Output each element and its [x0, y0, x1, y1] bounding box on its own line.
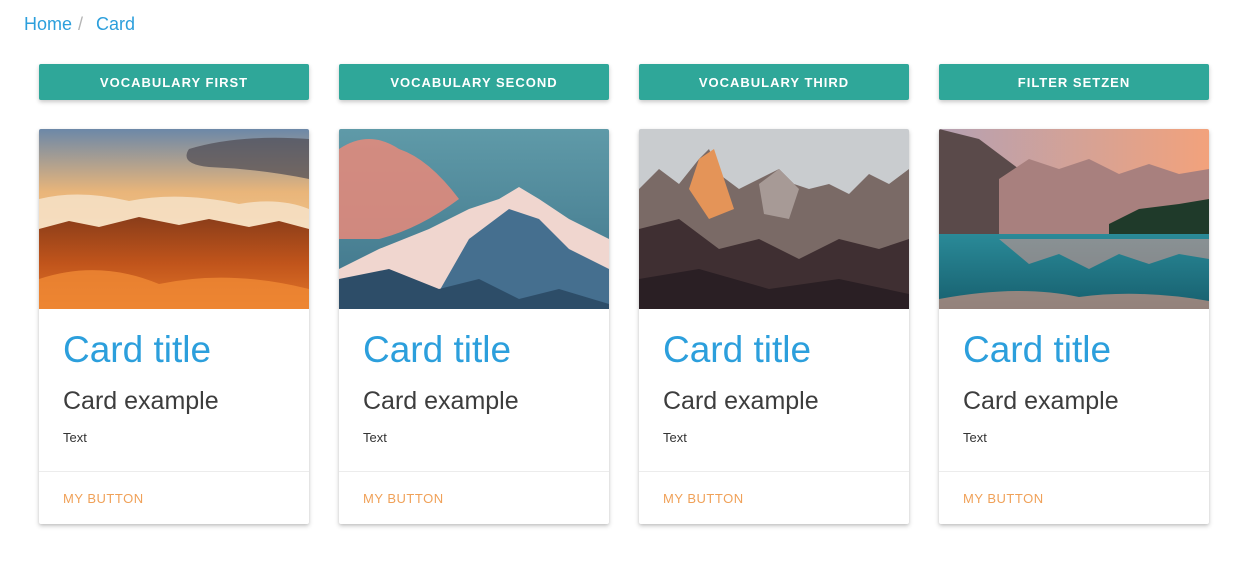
card-text: Text: [63, 430, 87, 445]
card-footer: MY BUTTON: [39, 472, 309, 524]
card-my-button[interactable]: MY BUTTON: [63, 491, 144, 506]
card-column: VOCABULARY THIRD Card title Card example…: [639, 64, 909, 524]
card-image: [639, 129, 909, 309]
card-title: Card title: [363, 329, 512, 370]
breadcrumb: Home / Card: [24, 12, 135, 36]
card-column: VOCABULARY SECOND Card title Card exampl…: [339, 64, 609, 524]
card-text: Text: [963, 430, 987, 445]
card-subtitle: Card example: [663, 387, 819, 415]
card-body: Card title Card example Text: [939, 309, 1209, 471]
card-my-button[interactable]: MY BUTTON: [663, 491, 744, 506]
breadcrumb-home-link[interactable]: Home: [24, 14, 72, 35]
card: Card title Card example Text MY BUTTON: [939, 129, 1209, 524]
card: Card title Card example Text MY BUTTON: [639, 129, 909, 524]
card: Card title Card example Text MY BUTTON: [339, 129, 609, 524]
card-my-button[interactable]: MY BUTTON: [963, 491, 1044, 506]
breadcrumb-separator: /: [78, 13, 84, 34]
card-text: Text: [663, 430, 687, 445]
card-text: Text: [363, 430, 387, 445]
card-footer: MY BUTTON: [339, 472, 609, 524]
card-body: Card title Card example Text: [339, 309, 609, 471]
card-title: Card title: [663, 329, 812, 370]
card-footer: MY BUTTON: [939, 472, 1209, 524]
card-column: FILTER SETZEN Card title Card example Te…: [939, 64, 1209, 524]
page: Home / Card VOCABULARY FIRST Card title …: [0, 0, 1248, 561]
breadcrumb-card-link[interactable]: Card: [96, 14, 135, 35]
card-image: [939, 129, 1209, 309]
vocabulary-third-button[interactable]: VOCABULARY THIRD: [639, 64, 909, 100]
card-subtitle: Card example: [963, 387, 1119, 415]
card-my-button[interactable]: MY BUTTON: [363, 491, 444, 506]
card-body: Card title Card example Text: [639, 309, 909, 471]
card: Card title Card example Text MY BUTTON: [39, 129, 309, 524]
vocabulary-first-button[interactable]: VOCABULARY FIRST: [39, 64, 309, 100]
card-title: Card title: [63, 329, 212, 370]
card-subtitle: Card example: [363, 387, 519, 415]
card-column: VOCABULARY FIRST Card title Card example…: [39, 64, 309, 524]
card-subtitle: Card example: [63, 387, 219, 415]
card-footer: MY BUTTON: [639, 472, 909, 524]
vocabulary-second-button[interactable]: VOCABULARY SECOND: [339, 64, 609, 100]
card-image: [39, 129, 309, 309]
card-body: Card title Card example Text: [39, 309, 309, 471]
card-image: [339, 129, 609, 309]
card-title: Card title: [963, 329, 1112, 370]
filter-setzen-button[interactable]: FILTER SETZEN: [939, 64, 1209, 100]
